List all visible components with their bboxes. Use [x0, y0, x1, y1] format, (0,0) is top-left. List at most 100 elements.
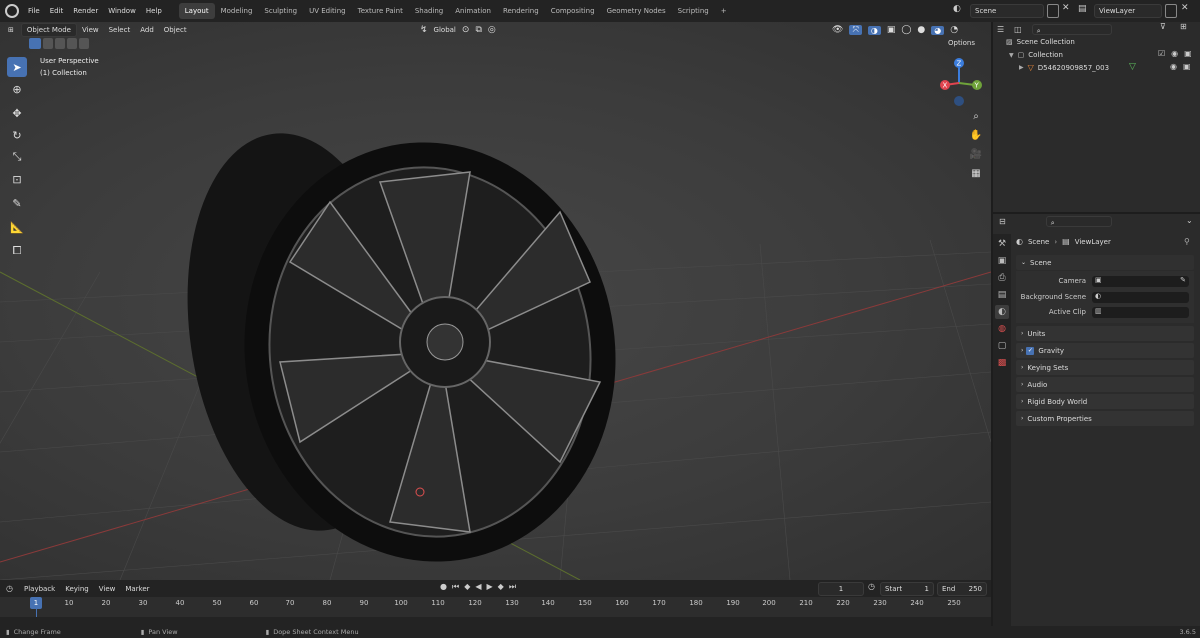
xray-icon[interactable]: ▣: [887, 25, 896, 35]
filter-icon[interactable]: ⊽: [1160, 22, 1166, 31]
prev-keyframe-icon[interactable]: ◆: [464, 582, 470, 592]
add-cube-tool-icon[interactable]: ⧠: [7, 241, 27, 261]
3d-viewport[interactable]: Z Y X: [0, 22, 991, 580]
scene-panel-header[interactable]: ⌄ Scene: [1016, 255, 1194, 270]
camera-icon[interactable]: ▣: [1184, 49, 1192, 58]
properties-editor-icon[interactable]: ⊟: [999, 217, 1006, 226]
gizmo-toggle-icon[interactable]: ⤧: [849, 25, 862, 35]
scene-selector[interactable]: Scene: [970, 4, 1044, 18]
checkbox-icon[interactable]: ☑: [1158, 49, 1165, 58]
view-layer-tab-icon[interactable]: ▤: [995, 288, 1009, 302]
delete-viewlayer-icon[interactable]: ✕: [1181, 3, 1189, 13]
perspective-grid-icon[interactable]: ▦: [968, 165, 984, 181]
annotate-tool-icon[interactable]: ✎: [7, 193, 27, 213]
new-viewlayer-icon[interactable]: [1165, 4, 1177, 18]
menu-add[interactable]: Add: [135, 26, 159, 34]
active-clip-field[interactable]: ▥: [1092, 307, 1189, 318]
select-box-icon[interactable]: [29, 38, 41, 49]
add-workspace-button[interactable]: +: [715, 3, 733, 19]
gravity-panel[interactable]: › ✓ Gravity: [1016, 343, 1194, 358]
tab-shading[interactable]: Shading: [409, 3, 449, 19]
world-tab-icon[interactable]: ◍: [995, 322, 1009, 336]
cursor-tool-icon[interactable]: ⊕: [7, 79, 27, 99]
end-frame-field[interactable]: End 250: [937, 582, 987, 596]
menu-object[interactable]: Object: [159, 26, 192, 34]
eyedropper-icon[interactable]: ✎: [1180, 276, 1189, 284]
start-frame-field[interactable]: Start 1: [880, 582, 934, 596]
viewlayer-selector[interactable]: ViewLayer: [1094, 4, 1162, 18]
menu-keying[interactable]: Keying: [60, 585, 94, 593]
menu-window[interactable]: Window: [103, 7, 141, 15]
viewlayer-icon[interactable]: ▤: [1078, 4, 1092, 18]
solid-shading-icon[interactable]: ●: [917, 25, 925, 35]
select-invert-icon[interactable]: [67, 38, 77, 49]
tab-scripting[interactable]: Scripting: [672, 3, 715, 19]
menu-render[interactable]: Render: [68, 7, 103, 15]
mode-selector[interactable]: Object Mode: [20, 23, 77, 37]
play-icon[interactable]: ▶: [487, 582, 493, 592]
background-scene-field[interactable]: ◐: [1092, 292, 1189, 303]
tab-compositing[interactable]: Compositing: [545, 3, 601, 19]
play-reverse-icon[interactable]: ◀: [475, 582, 481, 592]
menu-file[interactable]: File: [23, 7, 45, 15]
new-collection-icon[interactable]: ⊞: [1180, 22, 1187, 31]
tab-sculpting[interactable]: Sculpting: [258, 3, 303, 19]
menu-playback[interactable]: Playback: [19, 585, 60, 593]
measure-tool-icon[interactable]: 📐: [7, 217, 27, 237]
properties-search-field[interactable]: ⌕: [1045, 216, 1112, 227]
tab-modeling[interactable]: Modeling: [215, 3, 259, 19]
options-menu[interactable]: Options: [948, 39, 975, 47]
delete-scene-icon[interactable]: ✕: [1062, 3, 1070, 13]
visibility-icon[interactable]: 👁: [832, 25, 843, 35]
menu-edit[interactable]: Edit: [45, 7, 69, 15]
gravity-checkbox-icon[interactable]: ✓: [1026, 346, 1035, 355]
menu-help[interactable]: Help: [141, 7, 167, 15]
new-scene-icon[interactable]: [1047, 4, 1059, 18]
scale-tool-icon[interactable]: ⤡: [7, 147, 27, 167]
wireframe-shading-icon[interactable]: ◯: [901, 25, 911, 35]
zoom-icon[interactable]: ⌕: [968, 108, 984, 124]
scene-tab-icon[interactable]: ◐: [995, 305, 1009, 319]
editor-type-icon[interactable]: ⊞: [0, 26, 19, 34]
menu-select[interactable]: Select: [104, 26, 136, 34]
tab-layout[interactable]: Layout: [178, 3, 215, 19]
eye-icon[interactable]: ◉: [1171, 49, 1178, 58]
menu-timeline-view[interactable]: View: [94, 585, 121, 593]
wheel-model[interactable]: [163, 118, 642, 580]
orientation-selector[interactable]: Global: [434, 26, 456, 34]
record-icon[interactable]: ●: [440, 582, 447, 592]
menu-view[interactable]: View: [77, 26, 104, 34]
select-extend-icon[interactable]: [43, 38, 53, 49]
rotate-tool-icon[interactable]: ↻: [7, 125, 27, 145]
eye-icon[interactable]: ◉: [1170, 62, 1177, 71]
scene-icon[interactable]: ◐: [953, 4, 967, 18]
custom-properties-panel[interactable]: › Custom Properties: [1016, 411, 1194, 426]
material-shading-icon[interactable]: ◕: [931, 25, 945, 35]
camera-field[interactable]: ▣ ✎: [1092, 276, 1189, 287]
camera-view-icon[interactable]: 🎥: [968, 146, 984, 162]
next-keyframe-icon[interactable]: ◆: [498, 582, 504, 592]
keying-sets-panel[interactable]: › Keying Sets: [1016, 360, 1194, 375]
render-tab-icon[interactable]: ▣: [995, 254, 1009, 268]
display-mode-icon[interactable]: ◫: [1014, 25, 1022, 34]
tab-rendering[interactable]: Rendering: [497, 3, 545, 19]
timeline-editor-icon[interactable]: ◷: [0, 584, 19, 593]
orientation-icon[interactable]: ↯: [420, 25, 428, 35]
frame-ruler[interactable]: 1 10 20 30 40 50 60 70 80 90 100 110 120…: [0, 597, 991, 617]
select-tool-icon[interactable]: ➤: [7, 57, 27, 77]
move-tool-icon[interactable]: ✥: [7, 103, 27, 123]
tab-animation[interactable]: Animation: [449, 3, 497, 19]
rigid-body-world-panel[interactable]: › Rigid Body World: [1016, 394, 1194, 409]
outliner-collection[interactable]: ▼ ▢ Collection: [1009, 51, 1063, 59]
jump-end-icon[interactable]: ⏭: [509, 582, 516, 592]
units-panel[interactable]: › Units: [1016, 326, 1194, 341]
tool-tab-icon[interactable]: ⚒: [995, 237, 1009, 251]
expand-icon[interactable]: ▼: [1009, 52, 1014, 59]
collection-tab-icon[interactable]: ▢: [995, 339, 1009, 353]
blender-logo-icon[interactable]: [5, 4, 19, 18]
output-tab-icon[interactable]: ⎙: [995, 271, 1009, 285]
outliner-search-field[interactable]: ⌕: [1031, 23, 1112, 35]
tab-geometry-nodes[interactable]: Geometry Nodes: [601, 3, 672, 19]
outliner-scene-collection[interactable]: ▨ Scene Collection: [1006, 38, 1075, 46]
properties-options-icon[interactable]: ⌄: [1186, 216, 1193, 225]
